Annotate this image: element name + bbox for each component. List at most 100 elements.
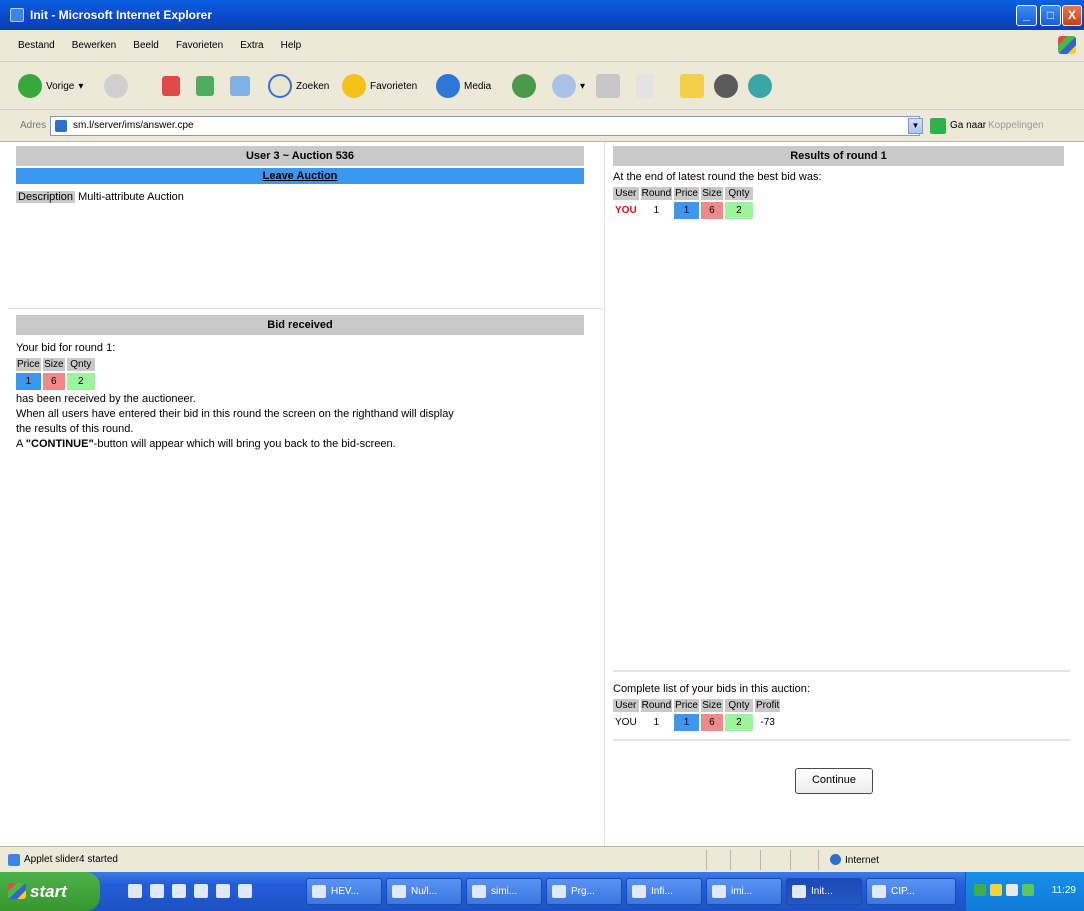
go-arrow-icon[interactable] — [930, 118, 946, 134]
excel-quicklaunch-icon[interactable] — [172, 884, 186, 898]
home-button[interactable] — [230, 72, 250, 100]
security-zone: Internet — [830, 854, 879, 866]
network-icon[interactable] — [974, 884, 986, 896]
desktop-quicklaunch-icon[interactable] — [194, 884, 208, 898]
print-button[interactable] — [596, 72, 620, 100]
address-label: Adres — [20, 120, 47, 131]
back-label: Vorige — [46, 80, 75, 92]
print-icon — [596, 74, 620, 98]
media-button[interactable]: Media — [436, 72, 491, 100]
edit-icon — [636, 74, 654, 98]
taskbar-item[interactable]: Nu/l... — [386, 878, 462, 905]
gear-icon — [714, 74, 738, 98]
menu-item-bestand[interactable]: Bestand — [0, 30, 62, 62]
refresh-button[interactable] — [196, 72, 214, 100]
tool-button[interactable] — [748, 72, 772, 100]
address-url: sm.l/server/ims/answer.cpe — [73, 120, 194, 131]
menu-item-beeld[interactable]: Beeld — [126, 30, 166, 62]
taskbar-item[interactable]: imi... — [706, 878, 782, 905]
column-header-qnty: Qnty — [66, 358, 95, 371]
results-intro: At the end of latest round the best bid … — [613, 171, 822, 183]
mail-button[interactable]: ▾ — [552, 72, 585, 100]
leave-auction-link[interactable]: Leave Auction — [16, 168, 584, 184]
tray-icon[interactable] — [1022, 884, 1034, 896]
menu-item-help[interactable]: Help — [274, 30, 309, 62]
links-button[interactable]: Koppelingen — [988, 120, 1044, 131]
column-header-round: Round — [640, 699, 673, 712]
continue-button[interactable]: Continue — [795, 768, 873, 794]
outlook-quicklaunch-icon[interactable] — [216, 884, 230, 898]
menu-item-favorieten[interactable]: Favorieten — [169, 30, 230, 62]
status-divider — [790, 850, 791, 870]
description-value: Multi-attribute Auction — [78, 191, 184, 203]
volume-icon[interactable] — [1006, 884, 1018, 896]
history-button[interactable] — [512, 72, 536, 100]
price-cell: 1 — [16, 373, 41, 390]
table-row: YOU 1 1 6 2 — [613, 202, 753, 219]
auction-info-frame: User 3 ~ Auction 536 Leave Auction Descr… — [8, 142, 604, 302]
price-cell: 1 — [674, 202, 699, 219]
taskbar-item[interactable]: CIP... — [866, 878, 956, 905]
history-intro: Complete list of your bids in this aucti… — [613, 683, 810, 695]
go-button[interactable]: Ga naar — [950, 120, 986, 131]
status-divider — [706, 850, 707, 870]
taskbar-item[interactable]: Prg... — [546, 878, 622, 905]
results-header: Results of round 1 — [613, 146, 1064, 166]
round-results-frame: Results of round 1 At the end of latest … — [604, 142, 1084, 670]
auction-header: User 3 ~ Auction 536 — [16, 146, 584, 166]
taskbar-item[interactable]: Infi... — [626, 878, 702, 905]
title-bar: Init - Microsoft Internet Explorer _ □ X — [0, 0, 1084, 30]
minimize-button[interactable]: _ — [1016, 5, 1037, 26]
address-input[interactable]: sm.l/server/ims/answer.cpe — [50, 116, 920, 136]
address-dropdown-button[interactable]: ▼ — [908, 118, 923, 134]
status-message: Applet slider4 started — [24, 854, 118, 865]
close-button[interactable]: X — [1062, 5, 1082, 26]
start-button[interactable]: start — [0, 872, 100, 911]
status-divider — [760, 850, 761, 870]
chevron-down-icon: ▾ — [78, 80, 84, 92]
instruction-prefix: A — [16, 438, 26, 450]
info-line: When all users have entered their bid in… — [16, 408, 454, 420]
back-button[interactable]: Vorige ▾ — [18, 72, 83, 100]
status-bar: Applet slider4 started Internet — [0, 846, 1084, 872]
messenger-button[interactable] — [714, 72, 738, 100]
menu-item-extra[interactable]: Extra — [233, 30, 270, 62]
user-cell: YOU — [615, 205, 637, 216]
stop-icon — [162, 76, 180, 96]
menu-item-bewerken[interactable]: Bewerken — [65, 30, 123, 62]
history-icon — [512, 74, 536, 98]
favorites-button[interactable]: Favorieten — [342, 72, 417, 100]
taskbar-item[interactable]: simi... — [466, 878, 542, 905]
continue-instruction: A "CONTINUE"-button will appear which wi… — [16, 437, 584, 452]
media-icon — [436, 74, 460, 98]
start-label: start — [30, 882, 67, 901]
favorites-label: Favorieten — [370, 80, 418, 92]
maximize-button[interactable]: □ — [1040, 5, 1061, 26]
media-quicklaunch-icon[interactable] — [238, 884, 252, 898]
description-row: Description Multi-attribute Auction — [16, 190, 584, 205]
stop-button[interactable] — [162, 72, 180, 100]
tray-icon[interactable] — [990, 884, 1002, 896]
table-row: YOU 1 1 6 2 -73 — [613, 714, 780, 731]
price-cell: 1 — [674, 714, 699, 731]
forward-arrow-icon — [104, 74, 128, 98]
system-tray: 11:29 — [965, 872, 1084, 911]
taskbar-item-active[interactable]: Init... — [786, 878, 862, 905]
edit-button[interactable] — [636, 72, 654, 100]
ie-quicklaunch-icon[interactable] — [128, 884, 142, 898]
ie-icon — [10, 8, 24, 22]
bid-received-frame: Bid received Your bid for round 1: Price… — [8, 308, 604, 846]
profit-cell: -73 — [760, 717, 775, 728]
folder-button[interactable] — [680, 72, 704, 100]
size-cell: 6 — [700, 714, 723, 731]
forward-button[interactable] — [104, 72, 128, 100]
description-label: Description — [16, 191, 76, 203]
search-button[interactable]: Zoeken — [268, 72, 329, 100]
windows-logo-icon — [8, 883, 26, 899]
taskbar-item[interactable]: HEV... — [306, 878, 382, 905]
status-divider — [730, 850, 731, 870]
size-cell: 6 — [700, 202, 723, 219]
word-quicklaunch-icon[interactable] — [150, 884, 164, 898]
column-header-user: User — [613, 187, 639, 200]
search-label: Zoeken — [296, 80, 330, 92]
